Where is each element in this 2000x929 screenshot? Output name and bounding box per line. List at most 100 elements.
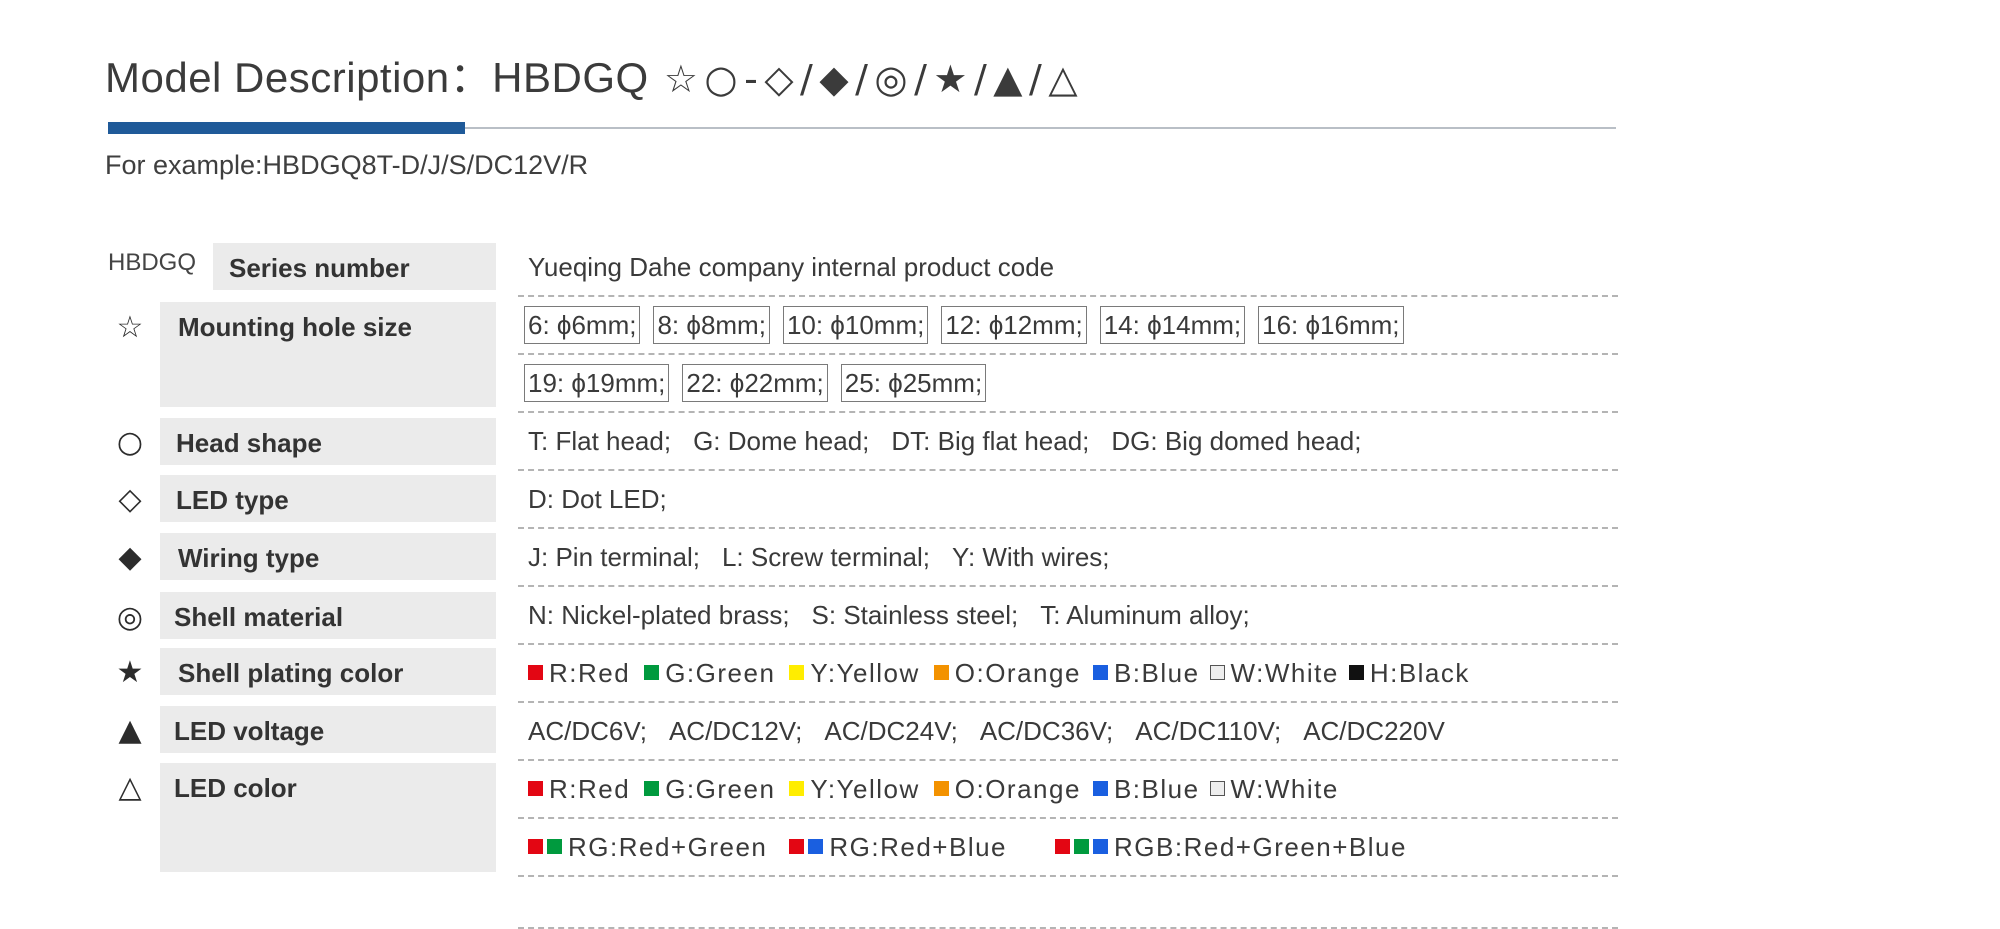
shell-material-option: T: Aluminum alloy; <box>1040 599 1250 630</box>
plating-color-option-text: H:Black <box>1369 657 1470 688</box>
plating-color-option-text: Y:Yellow <box>810 657 920 688</box>
voltage-option: AC/DC6V; <box>528 715 647 746</box>
led-color-row-1: R:Red G:Green Y:Yellow O:Orange B:Blue W:Whit… <box>518 761 1618 819</box>
plating-color-option: W:White <box>1209 657 1339 688</box>
wiring-type-option-list: J: Pin terminal; L: Screw terminal; Y: Wit… <box>518 542 1132 573</box>
color-swatch <box>1074 839 1090 855</box>
led-voltage-label: LED voltage <box>160 706 496 753</box>
shell-plating-color-row: R:Red G:Green Y:Yellow O:Orange B:Blue W:Whit… <box>518 645 1618 703</box>
head-shape-row: T: Flat head; G: Dome head; DT: Big flat h… <box>518 413 1618 471</box>
plating-color-option-text: R:Red <box>549 657 631 688</box>
shell-material-row: N: Nickel-plated brass; S: Stainless stee… <box>518 587 1618 645</box>
double-circle-icon: ◎ <box>116 600 144 635</box>
plating-color-option: B:Blue <box>1092 658 1200 688</box>
led-color-option-text: RGB:Red+Green+Blue <box>1114 831 1407 862</box>
series-code: HBDGQ <box>108 249 197 276</box>
mounting-size-option: 10: ϕ10mm; <box>782 306 929 344</box>
led-type-label: LED type <box>160 475 496 522</box>
mounting-size-option: 19: ϕ19mm; <box>524 364 670 402</box>
plating-color-option-text: G:Green <box>665 657 776 688</box>
mounting-size-option: 8: ϕ8mm; <box>653 306 770 344</box>
mounting-hole-size-label: Mounting hole size <box>160 302 496 407</box>
color-swatch <box>789 839 805 855</box>
led-color-option-text: W:White <box>1230 773 1339 804</box>
voltage-option: AC/DC24V; <box>824 715 958 746</box>
star-outline-icon: ☆ <box>116 310 144 345</box>
title-symbol: ☆ <box>663 57 699 101</box>
title-symbol: / <box>1029 57 1043 101</box>
wiring-type-row: J: Pin terminal; L: Screw terminal; Y: Wit… <box>518 529 1618 587</box>
plating-color-option: R:Red <box>528 658 630 688</box>
color-swatch <box>547 839 562 855</box>
color-swatch <box>1093 839 1109 855</box>
head-shape-option-list: T: Flat head; G: Dome head; DT: Big flat h… <box>518 426 1383 457</box>
color-swatch <box>789 665 805 681</box>
mounting-size-row-1: 6: ϕ6mm; 8: ϕ8mm; 10: ϕ10mm; 12: ϕ12mm; 14: … <box>518 297 1618 355</box>
title-symbol: / <box>855 57 869 101</box>
led-color-option: B:Blue <box>1092 773 1200 804</box>
title-symbol: ◇ <box>764 57 795 101</box>
star-filled-icon: ★ <box>116 655 144 690</box>
led-color-option-text: B:Blue <box>1113 773 1200 804</box>
mounting-size-option: 22: ϕ22mm; <box>682 364 828 402</box>
mounting-size-option: 14: ϕ14mm; <box>1099 306 1246 344</box>
circle-outline-icon: ○ <box>116 425 144 460</box>
plating-color-option: G:Green <box>644 658 775 688</box>
led-color-option-list: R:Red G:Green Y:Yellow O:Orange B:Blue W:Whit… <box>518 774 1339 805</box>
voltage-option: AC/DC220V <box>1303 715 1445 746</box>
shell-material-option: S: Stainless steel; <box>811 599 1019 630</box>
series-number-label: Series number <box>213 243 496 290</box>
led-color-option: W:White <box>1209 773 1339 804</box>
plating-color-option-text: O:Orange <box>954 657 1081 688</box>
diamond-outline-icon: ◇ <box>118 482 142 517</box>
title-accent-bar <box>108 122 465 134</box>
color-swatch <box>808 839 824 855</box>
color-swatch <box>933 781 949 797</box>
led-color-option: RGB:Red+Green+Blue <box>1055 832 1407 862</box>
wiring-type-option: L: Screw terminal; <box>721 541 931 572</box>
title-symbol: / <box>973 57 988 101</box>
led-type-value: D: Dot LED; <box>528 483 667 514</box>
color-swatch <box>528 839 543 855</box>
title-symbol: ○ <box>704 57 739 101</box>
led-color-option: Y:Yellow <box>789 774 919 804</box>
plating-color-option-list: R:Red G:Green Y:Yellow O:Orange B:Blue W:Whit… <box>518 658 1470 689</box>
head-shape-label: Head shape <box>160 418 496 465</box>
title-symbol: - <box>744 57 759 101</box>
wiring-type-label: Wiring type <box>160 533 496 580</box>
shell-material-option-list: N: Nickel-plated brass; S: Stainless stee… <box>518 600 1272 631</box>
plating-color-option-text: W:White <box>1230 657 1339 688</box>
shell-material-label: Shell material <box>160 592 496 639</box>
mounting-size-option: 16: ϕ16mm; <box>1258 306 1404 344</box>
head-shape-option: DT: Big flat head; <box>891 425 1090 456</box>
series-description-row: Yueqing Dahe company internal product co… <box>518 239 1618 297</box>
color-swatch <box>1055 839 1071 855</box>
plating-color-option: Y:Yellow <box>789 658 919 688</box>
color-swatch <box>1209 781 1225 797</box>
color-swatch <box>528 781 543 797</box>
triangle-filled-icon: ▲ <box>118 713 142 748</box>
mounting-size-option: 6: ϕ6mm; <box>524 306 641 344</box>
voltage-option: AC/DC36V; <box>979 715 1114 746</box>
title-symbol: ◎ <box>874 57 909 101</box>
led-color-option-text: RG:Red+Green <box>568 831 768 862</box>
title-symbols: ☆ ○ - ◇ / ◆ / ◎ / ★ / ▲ / △ <box>661 54 1081 101</box>
color-swatch <box>528 665 543 681</box>
led-color-option-list: RG:Red+Green RG:Red+Blue RGB:Red+Green+Blu… <box>518 832 1407 863</box>
led-color-option: R:Red <box>528 774 630 804</box>
head-shape-option: G: Dome head; <box>693 425 870 456</box>
title-prefix: Model Description：HBDGQ <box>105 54 649 101</box>
led-color-option-text: R:Red <box>549 773 631 804</box>
led-color-option: RG:Red+Blue <box>789 832 1007 862</box>
example-text: For example:HBDGQ8T-D/J/S/DC12V/R <box>105 150 589 180</box>
plating-color-option: O:Orange <box>933 657 1081 688</box>
wiring-type-option: J: Pin terminal; <box>528 541 700 572</box>
title-symbol: ★ <box>933 57 968 101</box>
title-symbol: / <box>914 57 928 101</box>
color-swatch <box>1348 665 1364 681</box>
triangle-outline-icon: △ <box>118 770 142 805</box>
led-color-option-text: RG:Red+Blue <box>829 831 1008 862</box>
led-type-row: D: Dot LED; <box>518 471 1618 529</box>
color-swatch <box>1092 665 1108 681</box>
color-swatch <box>933 665 949 681</box>
